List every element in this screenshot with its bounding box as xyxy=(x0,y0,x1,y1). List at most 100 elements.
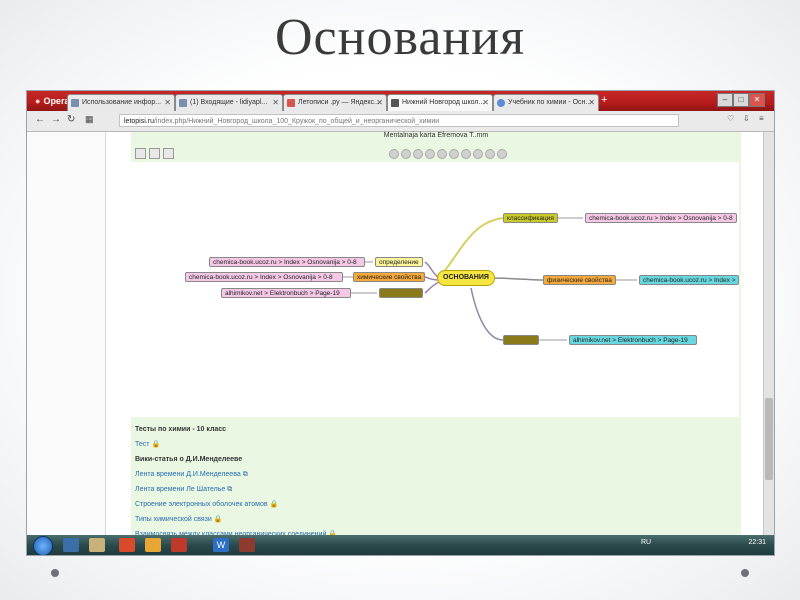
tab-label: Нижний Новгород школ... xyxy=(402,99,485,106)
zoom-control-icon[interactable] xyxy=(461,149,471,159)
list-item-text[interactable]: Лента времени Ле Шателье xyxy=(135,486,225,493)
mindmap-node-himicheskie[interactable]: химические свойства xyxy=(353,272,426,282)
list-item[interactable]: Строение электронных оболочек атомов 🔒 xyxy=(135,497,735,512)
powerpoint-icon[interactable] xyxy=(171,538,187,552)
zoom-control-icon[interactable] xyxy=(413,149,423,159)
explorer-icon[interactable] xyxy=(63,538,79,552)
slide-dot-left xyxy=(51,569,59,577)
app-icon[interactable] xyxy=(145,538,161,552)
word-icon[interactable]: W xyxy=(213,538,229,552)
mindmap-link-himicheskie[interactable]: chemica-book.ucoz.ru > Index > Osnovanij… xyxy=(185,272,343,282)
app-icon[interactable] xyxy=(239,538,255,552)
folder-icon[interactable] xyxy=(89,538,105,552)
start-button[interactable] xyxy=(33,536,53,555)
mindmap-node-left-third[interactable] xyxy=(379,288,423,298)
slide-dot-right xyxy=(741,569,749,577)
language-indicator[interactable]: RU xyxy=(641,539,651,546)
lock-icon: 🔒 xyxy=(151,441,161,448)
zoom-control-icon[interactable] xyxy=(389,149,399,159)
back-icon[interactable]: ← xyxy=(35,114,45,125)
mindmap-link-klassifikaciya[interactable]: chemica-book.ucoz.ru > Index > Osnovanij… xyxy=(585,213,737,223)
fit-icon[interactable] xyxy=(163,148,174,159)
list-item-text: Вики-статья о Д.И.Менделееве xyxy=(135,456,243,463)
mindmap-node-bottom-right[interactable] xyxy=(503,335,539,345)
mindmap-link-bottom-right[interactable]: alhimikov.net > Elektronbuch > Page-19 xyxy=(569,335,697,345)
list-item: Тесты по химии - 10 класс xyxy=(135,422,735,437)
expand-icon[interactable] xyxy=(135,148,146,159)
taskbar-clock[interactable]: 22:31 xyxy=(748,539,766,546)
mindmap-header: Mentalnaja karta Efremova T..mm xyxy=(383,132,489,139)
tab-label: Учебник по химии - Осн... xyxy=(508,99,592,106)
close-icon[interactable]: ✕ xyxy=(376,95,383,111)
slide-title: Основания xyxy=(275,9,525,66)
mindmap-node-opredelenie[interactable]: определение xyxy=(375,257,423,267)
url-path: /index.php/Нижний_Новгород_школа_100_Кру… xyxy=(153,118,440,125)
list-item[interactable]: Лента времени Д.И.Менделеева ⧉ xyxy=(135,467,735,482)
page-icon xyxy=(287,99,295,107)
opera-logo-icon: ● xyxy=(35,96,41,106)
tab-1[interactable]: Использование инфор... ✕ xyxy=(67,94,175,111)
vertical-scrollbar[interactable] xyxy=(763,132,774,535)
tab-bar: ● Opera Использование инфор... ✕ (1) Вход… xyxy=(27,91,774,111)
list-item[interactable]: Тест 🔒 xyxy=(135,437,735,452)
web-page: Mentalnaja karta Efremova T..mm ОСНОВАНИ… xyxy=(27,132,774,538)
list-item-text[interactable]: Строение электронных оболочек атомов xyxy=(135,501,268,508)
zoom-control-icon[interactable] xyxy=(497,149,507,159)
external-link-icon: ⧉ xyxy=(227,486,233,493)
close-icon[interactable]: ✕ xyxy=(588,95,595,111)
speed-dial-icon[interactable]: ▦ xyxy=(85,114,94,125)
mindmap-link-opredelenie[interactable]: chemica-book.ucoz.ru > Index > Osnovanij… xyxy=(209,257,365,267)
close-icon[interactable]: ✕ xyxy=(482,95,489,111)
left-pane xyxy=(27,132,106,535)
list-item-text[interactable]: Тест xyxy=(135,441,149,448)
zoom-control-icon[interactable] xyxy=(473,149,483,159)
lock-icon: 🔒 xyxy=(213,516,223,523)
mindmap-node-fizicheskie[interactable]: физические свойства xyxy=(543,275,616,285)
page-icon xyxy=(391,99,399,107)
main-content: Mentalnaja karta Efremova T..mm ОСНОВАНИ… xyxy=(131,132,741,538)
zoom-control-icon[interactable] xyxy=(401,149,411,159)
new-tab-button[interactable]: + xyxy=(601,94,607,106)
download-icon[interactable]: ⇩ xyxy=(743,114,750,123)
address-input[interactable]: letopisi.ru/index.php/Нижний_Новгород_шк… xyxy=(119,114,679,127)
tab-label: Летописи .ру — Яндекс... xyxy=(298,99,380,106)
tab-4-active[interactable]: Нижний Новгород школ... ✕ xyxy=(387,94,493,111)
mindmap-link-fizicheskie[interactable]: chemica-book.ucoz.ru > Index > xyxy=(639,275,739,285)
resource-list: Тесты по химии - 10 класс Тест 🔒 Вики-ст… xyxy=(135,422,735,542)
close-icon[interactable]: ✕ xyxy=(164,95,171,111)
collapse-icon[interactable] xyxy=(149,148,160,159)
url-domain: letopisi.ru xyxy=(124,118,154,125)
close-icon[interactable]: ✕ xyxy=(272,95,279,111)
tab-2[interactable]: (1) Входящие - lidiyapl... ✕ xyxy=(175,94,283,111)
mindmap-link-left-third[interactable]: alhimikov.net > Elektronbuch > Page-19 xyxy=(221,288,351,298)
list-item[interactable]: Типы химической связи 🔒 xyxy=(135,512,735,527)
forward-icon[interactable]: → xyxy=(51,114,61,125)
zoom-control-icon[interactable] xyxy=(449,149,459,159)
reload-icon[interactable]: ↻ xyxy=(67,114,75,125)
list-item-text[interactable]: Типы химической связи xyxy=(135,516,212,523)
mindmap-center-node[interactable]: ОСНОВАНИЯ xyxy=(437,270,495,286)
list-item[interactable]: Лента времени Ле Шателье ⧉ xyxy=(135,482,735,497)
maximize-button[interactable]: □ xyxy=(733,93,749,107)
opera-label: Opera xyxy=(43,96,70,106)
windows-taskbar: W RU 22:31 xyxy=(27,535,774,555)
tab-5[interactable]: Учебник по химии - Осн... ✕ xyxy=(493,94,599,111)
bookmark-icon[interactable]: ♡ xyxy=(727,114,734,123)
zoom-control-icon[interactable] xyxy=(437,149,447,159)
close-window-button[interactable]: ✕ xyxy=(749,93,765,107)
scrollbar-thumb[interactable] xyxy=(765,398,773,480)
mail-icon xyxy=(179,99,187,107)
external-link-icon: ⧉ xyxy=(242,471,248,478)
mindmap-node-klassifikaciya[interactable]: классификация xyxy=(503,213,558,223)
page-icon xyxy=(71,99,79,107)
zoom-control-icon[interactable] xyxy=(485,149,495,159)
list-item-text[interactable]: Лента времени Д.И.Менделеева xyxy=(135,471,241,478)
address-toolbar: ← → ↻ ▦ letopisi.ru/index.php/Нижний_Нов… xyxy=(27,111,774,132)
opera-taskbar-icon[interactable] xyxy=(119,538,135,552)
minimize-button[interactable]: – xyxy=(717,93,733,107)
tab-3[interactable]: Летописи .ру — Яндекс... ✕ xyxy=(283,94,387,111)
menu-icon[interactable]: ≡ xyxy=(759,114,764,123)
browser-screenshot: ● Opera Использование инфор... ✕ (1) Вход… xyxy=(26,90,775,556)
page-icon xyxy=(497,99,505,107)
zoom-control-icon[interactable] xyxy=(425,149,435,159)
